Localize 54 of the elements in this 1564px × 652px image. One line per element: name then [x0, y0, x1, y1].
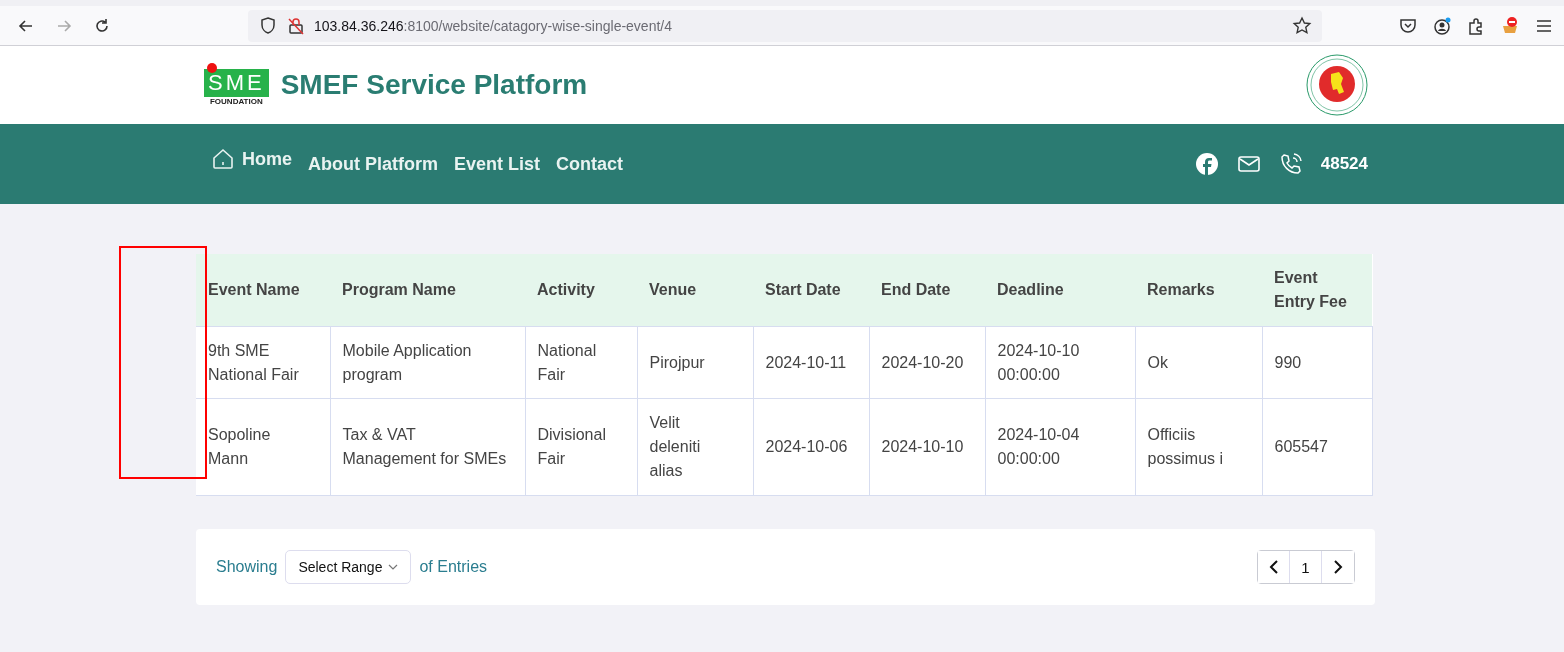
previous-page-button[interactable]: [1258, 551, 1290, 583]
table-cell: National Fair: [525, 326, 637, 399]
table-cell: Tax & VAT Management for SMEs: [330, 398, 525, 496]
logo-caption: FOUNDATION: [209, 96, 263, 106]
chevron-down-icon: [388, 564, 399, 570]
url-text: 103.84.36.246:8100/website/catagory-wise-single-event/4: [314, 17, 673, 34]
table-cell: 990: [1262, 326, 1372, 399]
emblem-drawing: [1306, 54, 1368, 116]
column-header: Remarks: [1135, 254, 1262, 327]
column-header: End Date: [869, 254, 985, 327]
column-header: Venue: [637, 254, 753, 327]
table-cell: Divisional Fair: [525, 398, 637, 496]
phone-icon[interactable]: [1278, 152, 1303, 176]
table-cell: Mobile Application program: [330, 326, 525, 399]
table-cell: 2024-10-04 00:00:00: [985, 398, 1135, 496]
logo-dot-icon: [207, 62, 217, 73]
phone-number: 48524: [1320, 154, 1368, 174]
facebook-icon[interactable]: [1194, 152, 1219, 176]
nav-link[interactable]: Event List: [454, 153, 541, 175]
table-cell: 2024-10-11: [753, 326, 869, 399]
range-select[interactable]: Select Range: [285, 550, 412, 584]
table-cell: 2024-10-10: [869, 398, 985, 496]
showing-label: Showing: [216, 558, 278, 576]
table-cell: 2024-10-10 00:00:00: [985, 326, 1135, 399]
nav-link[interactable]: Home: [212, 148, 292, 170]
column-header: Event Name: [196, 254, 330, 327]
home-icon: [212, 148, 234, 170]
insecure-lock-icon: [286, 15, 306, 36]
address-bar[interactable]: 103.84.36.246:8100/website/catagory-wise-single-event/4: [248, 9, 1322, 42]
table-cell: 2024-10-20: [869, 326, 985, 399]
column-header: Event Entry Fee: [1262, 254, 1372, 327]
chevron-left-icon: [1268, 560, 1279, 574]
table-cell: Velit deleniti alias: [637, 398, 753, 496]
extension-icon[interactable]: [1500, 15, 1520, 36]
shield-icon: [258, 15, 278, 36]
star-icon[interactable]: [1292, 15, 1312, 36]
nav-link[interactable]: About Platform: [308, 153, 438, 175]
table-cell: Ok: [1135, 326, 1262, 399]
table-cell: Officiis possimus i: [1135, 398, 1262, 496]
table-cell: Pirojpur: [637, 326, 753, 399]
table-cell: 9th SME National Fair: [196, 326, 330, 399]
entries-label: of Entries: [419, 558, 488, 576]
logo-mark: SME: [204, 68, 269, 97]
table-cell: Sopoline Mann: [196, 398, 330, 496]
column-header: Program Name: [330, 254, 525, 327]
column-header: Deadline: [985, 254, 1135, 327]
nav-link[interactable]: Contact: [556, 153, 624, 175]
column-header: Activity: [525, 254, 637, 327]
chevron-right-icon: [1333, 560, 1343, 574]
account-icon[interactable]: [1432, 15, 1452, 36]
table-cell: 2024-10-06: [753, 398, 869, 496]
column-header: Start Date: [753, 254, 869, 327]
table-cell: 605547: [1262, 398, 1372, 496]
site-title: SMEF Service Platform: [280, 69, 588, 101]
